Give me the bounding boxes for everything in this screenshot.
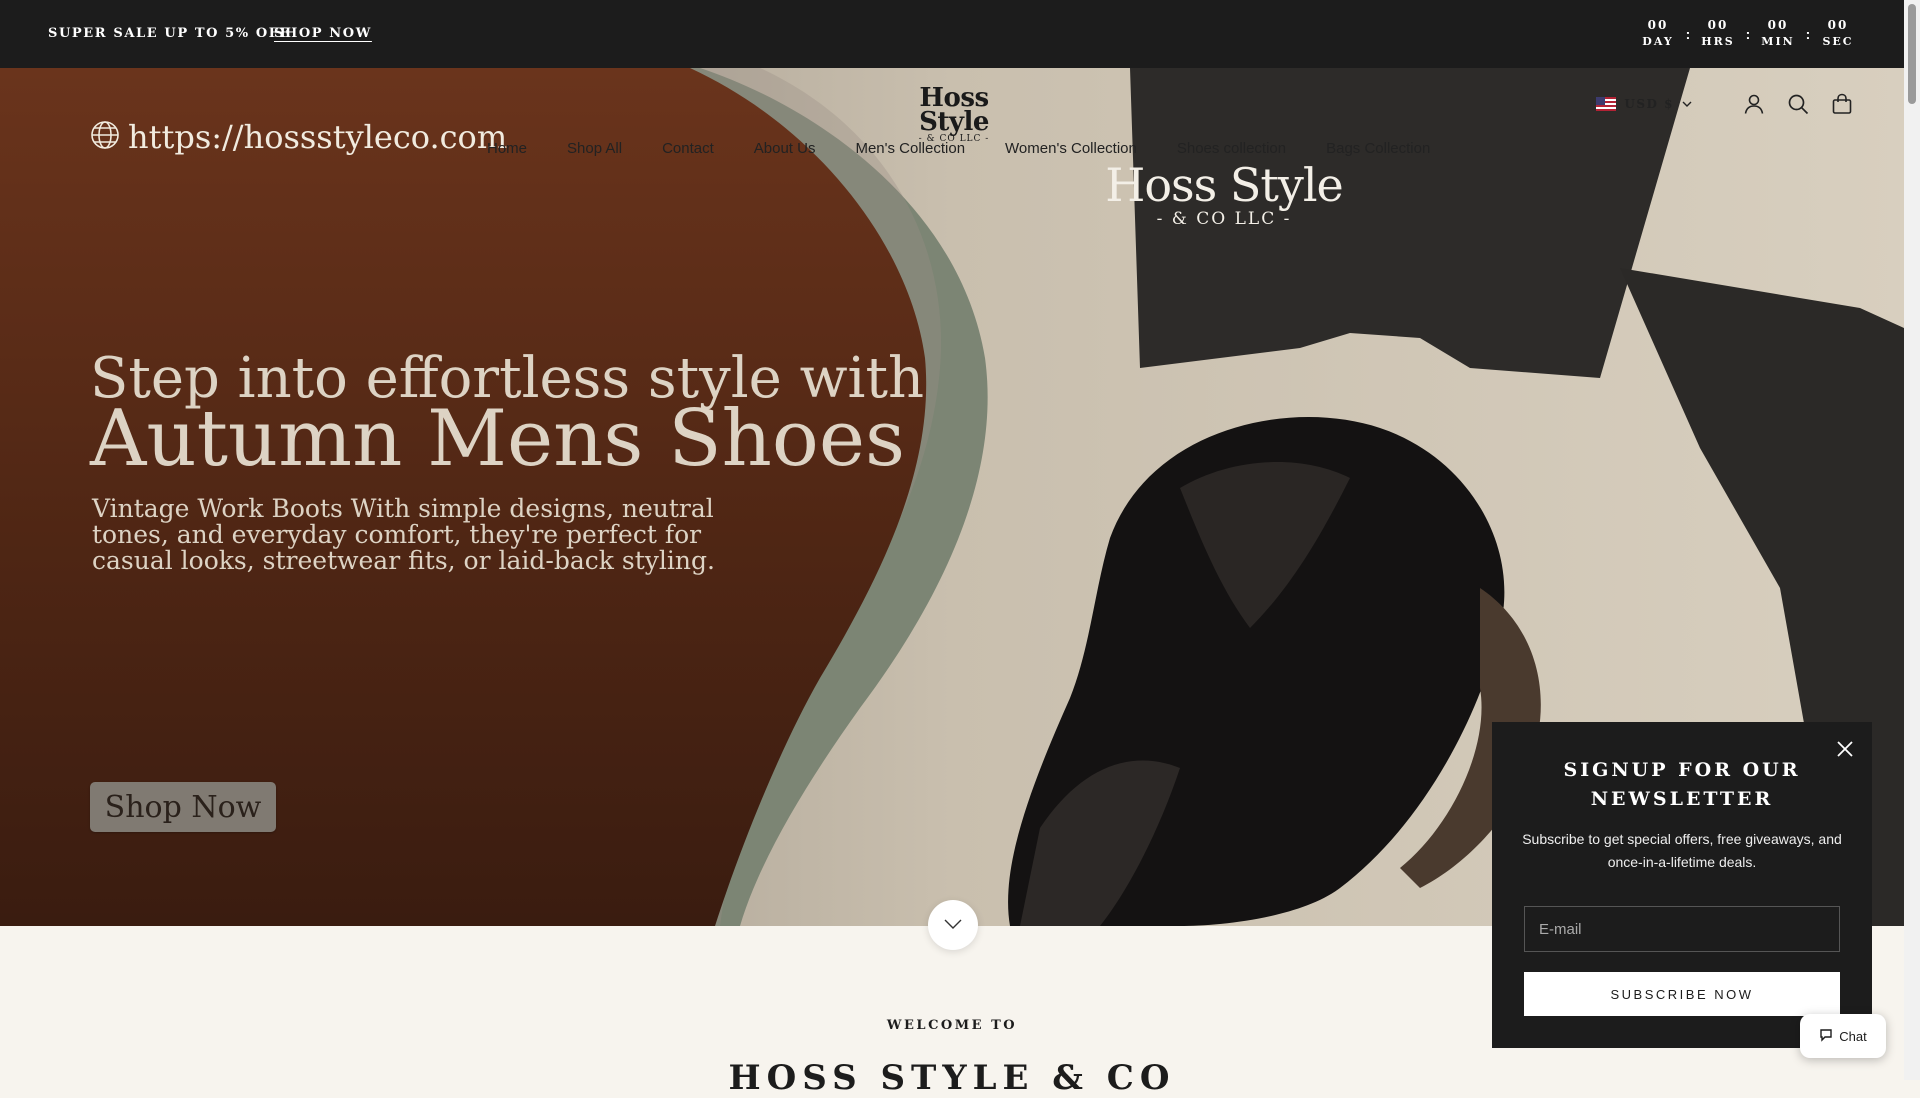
main-nav: Home Shop All Contact About Us Men's Col… (487, 140, 1430, 157)
countdown-value: 00 (1707, 18, 1729, 32)
nav-bags-collection[interactable]: Bags Collection (1326, 140, 1430, 157)
chat-button[interactable]: Chat (1800, 1014, 1886, 1058)
watermark-main: Hoss Style (1105, 158, 1344, 212)
chevron-down-icon (944, 916, 962, 934)
hero-subtext: Vintage Work Boots With simple designs, … (92, 494, 715, 575)
account-icon[interactable] (1742, 92, 1766, 116)
currency-label: USD $ (1624, 97, 1674, 111)
countdown-days: 00 DAY (1640, 18, 1676, 48)
countdown-value: 00 (1827, 18, 1849, 32)
shop-now-link[interactable]: SHOP NOW (274, 26, 372, 41)
hero-headline-2: Autumn Mens Shoes (90, 394, 906, 484)
welcome-title: HOSS STYLE & CO (728, 1058, 1176, 1098)
search-icon[interactable] (1786, 92, 1810, 116)
subscribe-button[interactable]: SUBSCRIBE NOW (1524, 972, 1840, 1016)
chat-bubble-icon (1819, 1028, 1833, 1045)
newsletter-description: Subscribe to get special offers, free gi… (1522, 831, 1842, 870)
nav-about-us[interactable]: About Us (754, 140, 816, 157)
us-flag-icon (1596, 97, 1617, 111)
globe-icon (90, 120, 120, 155)
scrollbar-thumb[interactable] (1908, 4, 1916, 104)
countdown-separator: : (1685, 26, 1691, 42)
currency-selector[interactable]: USD $ (1596, 97, 1692, 111)
nav-contact[interactable]: Contact (662, 140, 714, 157)
countdown-label: DAY (1642, 35, 1674, 48)
countdown-seconds: 00 SEC (1820, 18, 1856, 48)
nav-home[interactable]: Home (487, 140, 527, 157)
nav-womens-collection[interactable]: Women's Collection (1005, 140, 1137, 157)
countdown-hours: 00 HRS (1700, 18, 1736, 48)
nav-shoes-collection[interactable]: Shoes collection (1177, 140, 1286, 157)
chat-label: Chat (1839, 1028, 1867, 1044)
watermark-sub: - & CO LLC - (1156, 209, 1292, 229)
countdown-label: HRS (1701, 35, 1735, 48)
chevron-down-icon (1682, 97, 1692, 111)
countdown-timer: 00 DAY : 00 HRS : 00 MIN : 00 SEC (1640, 18, 1856, 48)
newsletter-popup: SIGNUP FOR OUR NEWSLETTER Subscribe to g… (1492, 722, 1872, 1048)
countdown-value: 00 (1647, 18, 1669, 32)
nav-shop-all[interactable]: Shop All (567, 140, 622, 157)
cart-icon[interactable] (1830, 92, 1854, 116)
hero-url-text: https://hossstyleco.com (128, 118, 508, 156)
countdown-separator: : (1745, 26, 1751, 42)
brand-logo[interactable]: Hoss Style - & CO LLC - (886, 85, 1022, 144)
announcement-bar: SUPER SALE UP TO 5% OFF SHOP NOW 00 DAY … (0, 0, 1904, 68)
countdown-separator: : (1805, 26, 1811, 42)
countdown-label: SEC (1822, 35, 1854, 48)
header-actions: USD $ (1596, 92, 1854, 116)
email-field[interactable] (1524, 906, 1840, 952)
countdown-minutes: 00 MIN (1760, 18, 1796, 48)
newsletter-title: SIGNUP FOR OUR NEWSLETTER (1563, 759, 1801, 810)
page-scrollbar[interactable] (1904, 0, 1920, 1080)
nav-mens-collection[interactable]: Men's Collection (855, 140, 965, 157)
hero-watermark-logo: Hoss Style - & CO LLC - (1104, 160, 1344, 228)
countdown-value: 00 (1767, 18, 1789, 32)
countdown-label: MIN (1761, 35, 1795, 48)
shop-now-button[interactable]: Shop Now (90, 782, 276, 832)
promo-text: SUPER SALE UP TO 5% OFF (48, 26, 291, 41)
brand-logo-main: Hoss Style (919, 83, 989, 137)
hero-url-badge: https://hossstyleco.com (90, 118, 507, 156)
scroll-down-button[interactable] (928, 900, 978, 950)
